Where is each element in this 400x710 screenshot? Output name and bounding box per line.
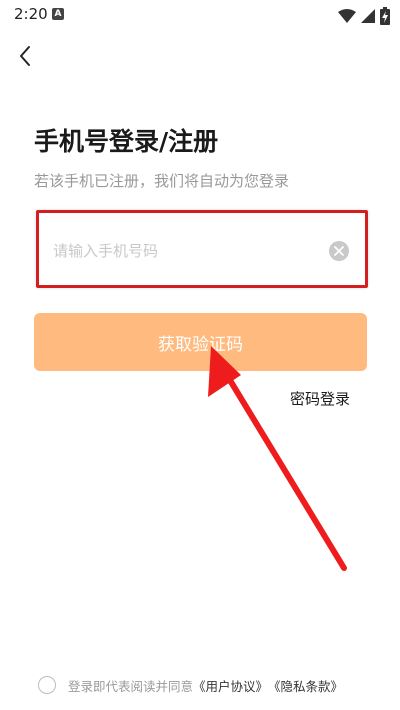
status-time: 2:20 [14, 5, 48, 23]
agreement-text: 登录即代表阅读并同意 [68, 678, 194, 694]
phone-input-container [36, 210, 368, 288]
chevron-left-icon [20, 46, 30, 66]
agree-checkbox[interactable] [38, 676, 56, 694]
clear-input-button[interactable] [329, 241, 349, 261]
page-subtitle: 若该手机已注册，我们将自动为您登录 [34, 172, 290, 190]
signal-icon [360, 8, 375, 23]
back-button[interactable] [12, 42, 40, 70]
privacy-policy-link[interactable]: 《隐私条款》 [268, 676, 343, 695]
user-agreement-link[interactable]: 《用户协议》 [193, 676, 268, 695]
password-login-link[interactable]: 密码登录 [290, 388, 350, 409]
close-icon [334, 246, 344, 256]
status-bar: 2:20 A [0, 0, 400, 30]
wifi-icon [337, 8, 356, 23]
agreement-row: 登录即代表阅读并同意 《用户协议》 《隐私条款》 [38, 674, 343, 696]
get-verification-code-button[interactable]: 获取验证码 [34, 313, 367, 371]
battery-charging-icon [380, 6, 390, 25]
status-icons [337, 5, 390, 25]
phone-input[interactable] [51, 235, 325, 267]
notification-badge-icon: A [52, 8, 64, 20]
page-title: 手机号登录/注册 [34, 127, 219, 156]
